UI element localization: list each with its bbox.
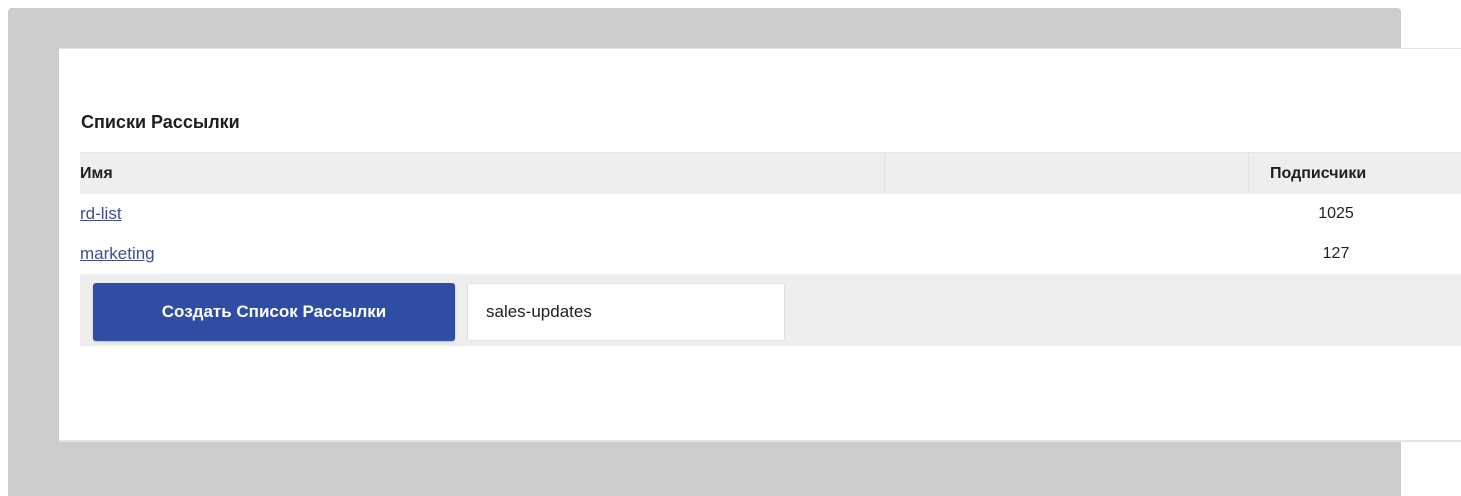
list-name-input[interactable] [467,283,785,341]
create-mailing-list-button[interactable]: Создать Список Рассылки [93,283,455,341]
list-link-marketing[interactable]: marketing [80,244,155,264]
section-title: Списки Рассылки [81,112,240,132]
header-divider [1248,153,1249,195]
table-row: marketing 127 [80,234,1461,274]
subscriber-count: 1025 [1318,205,1354,222]
column-header-name: Имя [80,165,113,182]
column-header-subscribers: Подписчики [1270,165,1367,182]
subscriber-count: 127 [1322,245,1350,262]
mailing-lists-panel: Списки Рассылки Имя Подписчики rd-list 1… [59,48,1461,442]
table-row: rd-list 1025 [80,194,1461,234]
header-divider [884,153,885,195]
list-link-rd-list[interactable]: rd-list [80,204,122,224]
mailing-lists-table: Имя Подписчики rd-list 1025 marketing 12… [80,152,1461,346]
table-header-row: Имя Подписчики [80,152,1461,195]
create-list-row: Создать Список Рассылки [80,274,1461,346]
